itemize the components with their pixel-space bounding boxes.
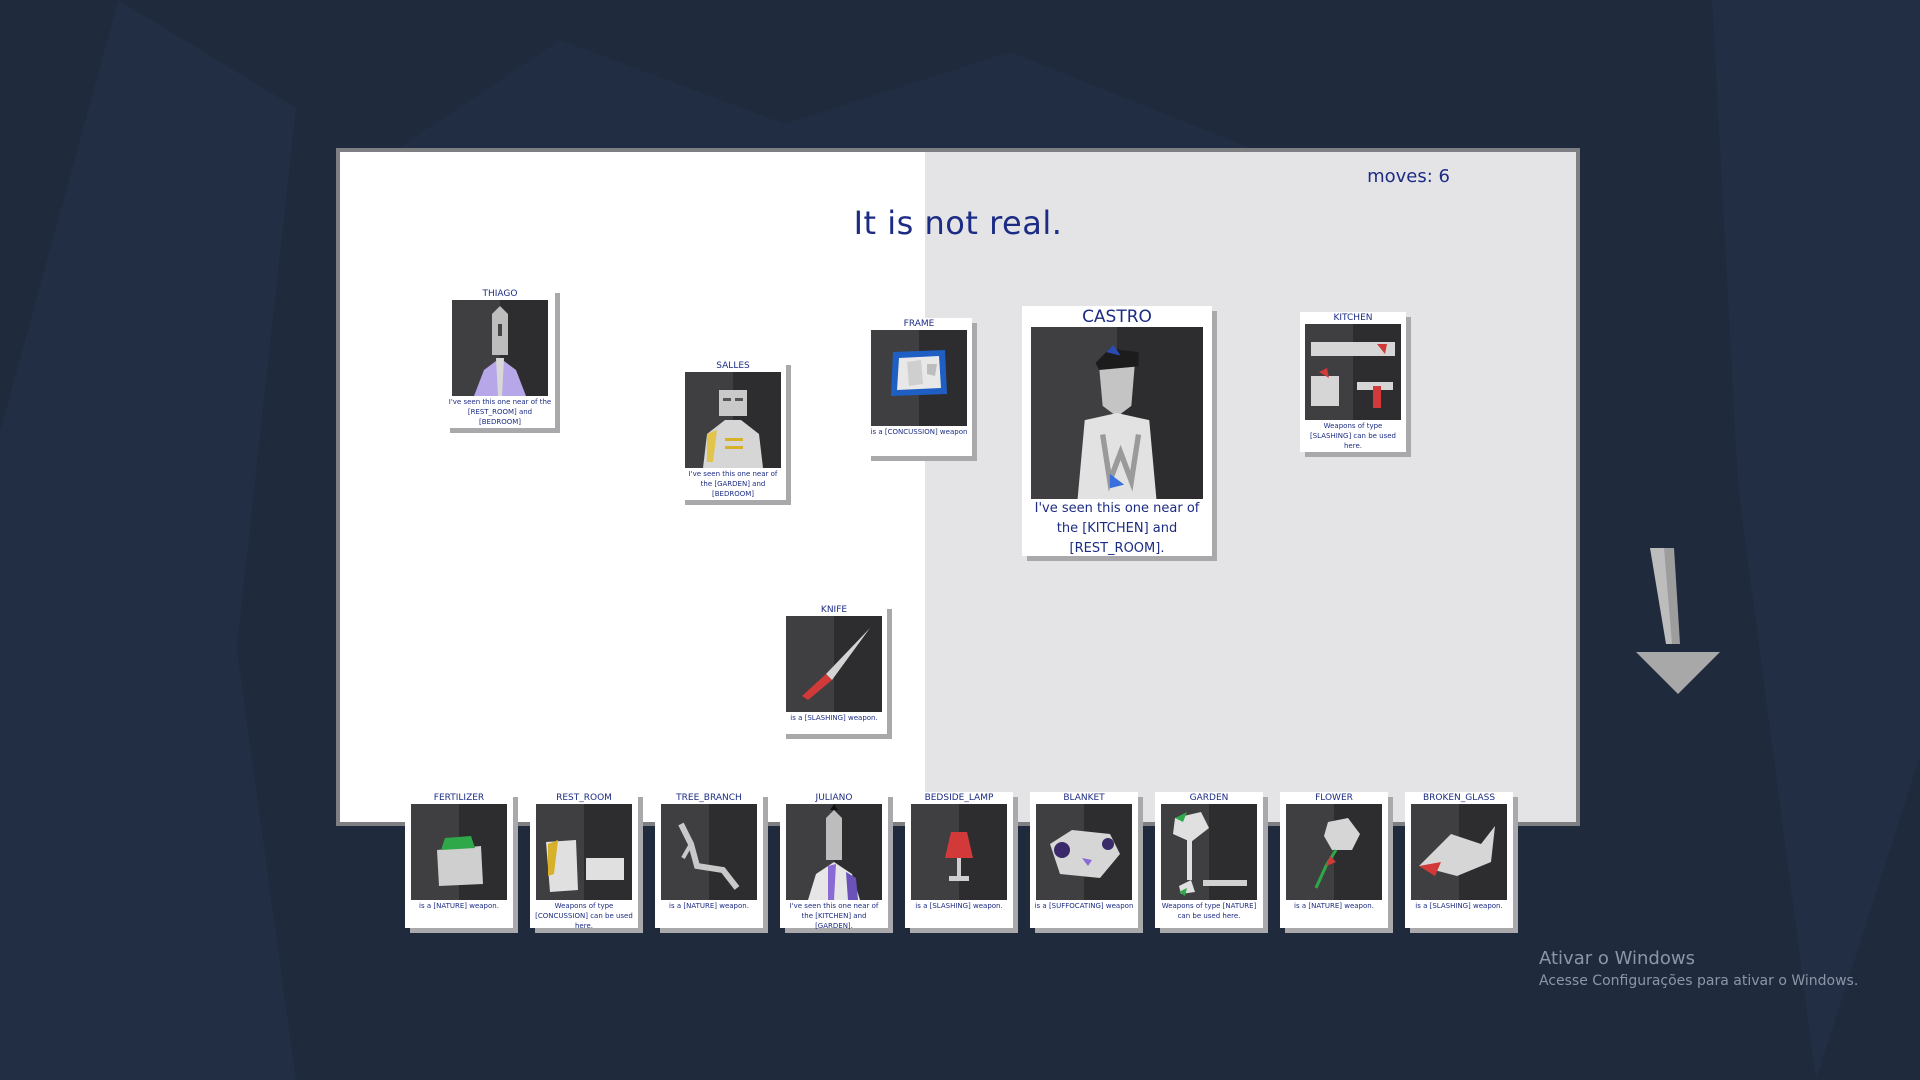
knife-icon: [786, 616, 882, 712]
background-shape: [1712, 0, 1920, 1080]
rest-room-icon: [536, 804, 632, 900]
windows-activation-watermark: Ativar o Windows Acesse Configurações pa…: [1539, 948, 1858, 990]
background-shape: [0, 0, 296, 1080]
fertilizer-icon: [411, 804, 507, 900]
hand-card-garden[interactable]: GARDEN Weapons of type [NATURE] can be u…: [1155, 792, 1263, 928]
down-arrow-icon[interactable]: [1636, 548, 1720, 696]
card-description: is a [NATURE] weapon.: [669, 902, 749, 910]
card-description: is a [NATURE] weapon.: [419, 902, 499, 910]
hand-card-broken-glass[interactable]: BROKEN_GLASS is a [SLASHING] weapon.: [1405, 792, 1513, 928]
card-title: BEDSIDE_LAMP: [924, 793, 994, 803]
card-title: BLANKET: [1063, 793, 1105, 803]
card-castro[interactable]: CASTRO I've seen this one near of the [K…: [1022, 306, 1212, 556]
card-description: is a [CONCUSSION] weapon: [870, 428, 968, 436]
card-description: Weapons of type [SLASHING] can be used h…: [1309, 422, 1397, 450]
card-title: KITCHEN: [1333, 313, 1373, 323]
garden-icon: [1161, 804, 1257, 900]
tree-branch-icon: [661, 804, 757, 900]
card-kitchen[interactable]: KITCHEN Weapons of type [SLASHING] can b…: [1300, 312, 1406, 452]
headline: It is not real.: [853, 204, 1063, 242]
card-title: GARDEN: [1189, 793, 1229, 803]
bedside-lamp-icon: [911, 804, 1007, 900]
hand-card-rest-room[interactable]: REST_ROOM Weapons of type [CONCUSSION] c…: [530, 792, 638, 930]
card-description: Weapons of type [CONCUSSION] can be used…: [535, 902, 633, 930]
blanket-icon: [1036, 804, 1132, 900]
card-title: CASTRO: [1082, 307, 1152, 327]
card-title: JULIANO: [815, 793, 853, 803]
broken-glass-icon: [1411, 804, 1507, 900]
card-knife[interactable]: KNIFE is a [SLASHING] weapon.: [781, 604, 887, 734]
hand-card-blanket[interactable]: BLANKET is a [SUFFOCATING] weapon: [1030, 792, 1138, 928]
card-title: FLOWER: [1315, 793, 1353, 803]
card-description: I've seen this one near of the [KITCHEN]…: [789, 902, 879, 930]
card-salles[interactable]: SALLES I've seen this one near of the [G…: [680, 360, 786, 500]
card-description: is a [SUFFOCATING] weapon: [1034, 902, 1134, 910]
card-description: is a [SLASHING] weapon.: [915, 902, 1003, 910]
card-description: I've seen this one near of the [KITCHEN]…: [1034, 501, 1200, 556]
card-title: THIAGO: [482, 289, 518, 299]
card-description: is a [SLASHING] weapon.: [790, 714, 878, 722]
hand-card-juliano[interactable]: JULIANO I've seen this one near of the […: [780, 792, 888, 930]
card-title: KNIFE: [820, 605, 848, 615]
frame-icon: [871, 330, 967, 426]
watermark-subtitle: Acesse Configurações para ativar o Windo…: [1539, 973, 1859, 989]
background-shape: [380, 40, 1280, 160]
hand-card-flower[interactable]: FLOWER is a [NATURE] weapon.: [1280, 792, 1388, 928]
card-title: BROKEN_GLASS: [1422, 793, 1496, 803]
card-title: SALLES: [716, 361, 750, 371]
card-title: FERTILIZER: [433, 793, 485, 803]
card-title: FRAME: [903, 319, 935, 329]
castro-portrait-icon: [1031, 327, 1203, 499]
card-title: TREE_BRANCH: [676, 793, 742, 803]
card-thiago[interactable]: THIAGO I've seen this one near of the [R…: [445, 288, 555, 428]
thiago-portrait-icon: [452, 300, 548, 396]
card-description: Weapons of type [NATURE] can be used her…: [1161, 902, 1257, 920]
card-description: is a [NATURE] weapon.: [1294, 902, 1374, 910]
flower-icon: [1286, 804, 1382, 900]
card-frame[interactable]: FRAME is a [CONCUSSION] weapon: [866, 318, 972, 456]
salles-portrait-icon: [685, 372, 781, 468]
moves-counter: moves: 6: [1367, 166, 1450, 187]
card-description: I've seen this one near of the [GARDEN] …: [688, 470, 778, 498]
hand-card-fertilizer[interactable]: FERTILIZER is a [NATURE] weapon.: [405, 792, 513, 928]
card-description: I've seen this one near of the [REST_ROO…: [448, 398, 552, 426]
hand-card-bedside-lamp[interactable]: BEDSIDE_LAMP is a [SLASHING] weapon.: [905, 792, 1013, 928]
card-description: is a [SLASHING] weapon.: [1415, 902, 1503, 910]
juliano-portrait-icon: [786, 804, 882, 900]
watermark-title: Ativar o Windows: [1539, 948, 1695, 969]
hand-card-tree-branch[interactable]: TREE_BRANCH is a [NATURE] weapon.: [655, 792, 763, 928]
kitchen-icon: [1305, 324, 1401, 420]
card-title: REST_ROOM: [556, 793, 612, 803]
game-board: moves: 6 It is not real. THIAGO I've see…: [336, 148, 1580, 826]
